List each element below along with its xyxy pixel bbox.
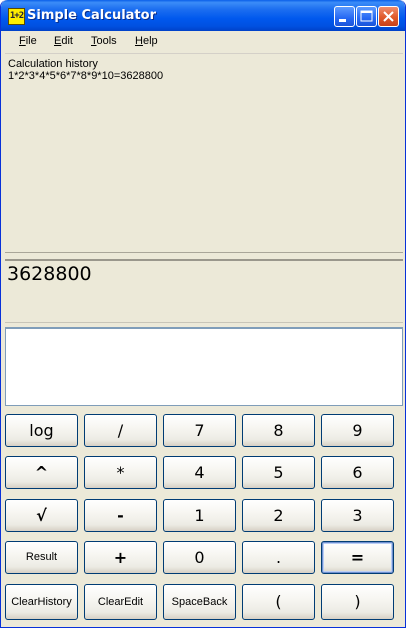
add-button[interactable]: + <box>84 541 157 574</box>
open-parenthesis-button[interactable]: ( <box>242 584 315 620</box>
digit-9-button[interactable]: 9 <box>321 414 394 447</box>
digit-0-button[interactable]: 0 <box>163 541 236 574</box>
menu-tools[interactable]: Tools <box>91 35 117 47</box>
menu-bar: File Edit Tools Help <box>5 31 403 54</box>
multiply-button[interactable]: * <box>84 456 157 489</box>
digit-4-button[interactable]: 4 <box>163 456 236 489</box>
digit-5-button[interactable]: 5 <box>242 456 315 489</box>
divide-button[interactable]: / <box>84 414 157 447</box>
power-button[interactable]: ^ <box>5 456 78 489</box>
title-bar[interactable]: 1+2 Simple Calculator <box>1 0 405 31</box>
splitter[interactable] <box>5 253 403 257</box>
digit-3-button[interactable]: 3 <box>321 499 394 532</box>
maximize-button[interactable] <box>356 6 377 27</box>
window-title: Simple Calculator <box>27 8 156 23</box>
history-header: Calculation history <box>8 58 98 70</box>
menu-file[interactable]: File <box>19 35 37 47</box>
close-parenthesis-button[interactable]: ) <box>321 584 394 620</box>
clear-history-button[interactable]: ClearHistory <box>5 584 78 620</box>
square-root-button[interactable]: √ <box>5 499 78 532</box>
menu-edit[interactable]: Edit <box>54 35 73 47</box>
close-button[interactable] <box>378 6 399 27</box>
result-value: 3628800 <box>7 263 92 285</box>
result-button[interactable]: Result <box>5 541 78 574</box>
history-entry: 1*2*3*4*5*6*7*8*9*10=3628800 <box>8 70 164 82</box>
decimal-point-button[interactable]: . <box>242 541 315 574</box>
digit-7-button[interactable]: 7 <box>163 414 236 447</box>
clear-edit-button[interactable]: ClearEdit <box>84 584 157 620</box>
digit-6-button[interactable]: 6 <box>321 456 394 489</box>
equals-button[interactable]: = <box>321 541 394 574</box>
result-display: 3628800 <box>5 259 403 323</box>
close-icon <box>383 11 394 22</box>
digit-8-button[interactable]: 8 <box>242 414 315 447</box>
digit-2-button[interactable]: 2 <box>242 499 315 532</box>
subtract-button[interactable]: - <box>84 499 157 532</box>
space-back-button[interactable]: SpaceBack <box>163 584 236 620</box>
minimize-button[interactable] <box>334 6 355 27</box>
menu-help[interactable]: Help <box>135 35 158 47</box>
minimize-icon <box>339 19 346 22</box>
calculation-history-panel[interactable]: Calculation history 1*2*3*4*5*6*7*8*9*10… <box>5 55 403 253</box>
calculator-app-icon: 1+2 <box>8 8 25 25</box>
expression-input[interactable] <box>5 327 403 406</box>
calculator-window: 1+2 Simple Calculator File Edit Tools He… <box>0 0 406 628</box>
log-button[interactable]: log <box>5 414 78 447</box>
maximize-icon <box>360 10 373 22</box>
digit-1-button[interactable]: 1 <box>163 499 236 532</box>
